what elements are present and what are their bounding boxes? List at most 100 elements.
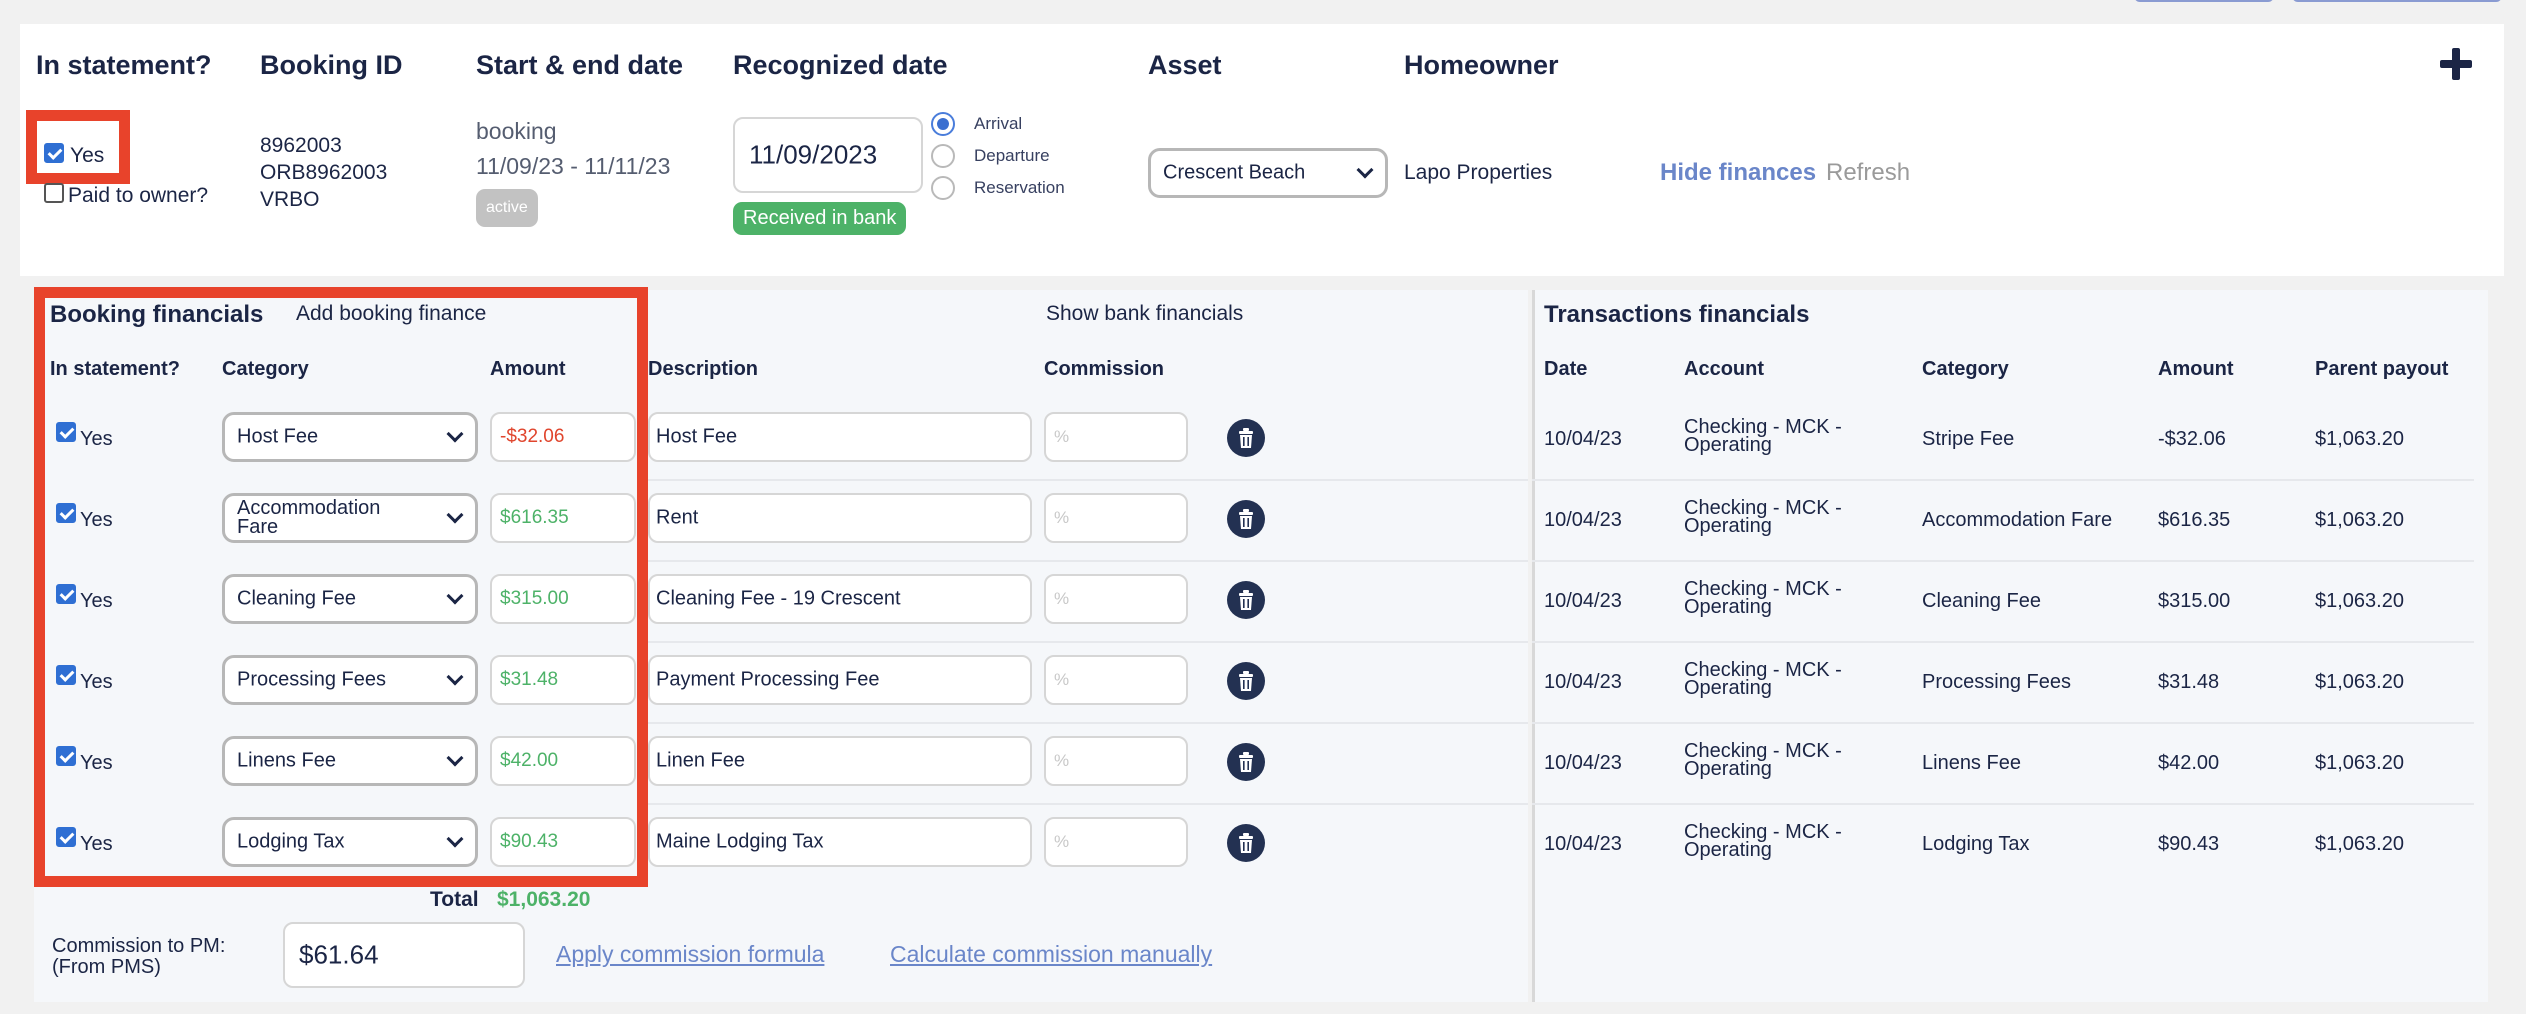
col-amount: Amount — [490, 358, 566, 380]
row-amount-input[interactable]: $90.43 — [490, 817, 636, 867]
tx-category: Lodging Tax — [1922, 833, 2030, 855]
header-dates: Start & end date — [476, 50, 684, 80]
trash-icon[interactable] — [1227, 743, 1265, 781]
row-in-statement-checkbox[interactable] — [56, 422, 76, 442]
row-commission-placeholder: % — [1054, 508, 1070, 527]
row-in-statement-checkbox[interactable] — [56, 503, 76, 523]
row-amount-value: -$32.06 — [500, 426, 565, 447]
row-category-select[interactable]: Lodging Tax — [222, 817, 478, 867]
status-badge: active — [476, 189, 538, 227]
row-commission-input[interactable]: % — [1044, 574, 1188, 624]
row-commission-input[interactable]: % — [1044, 493, 1188, 543]
plus-icon[interactable] — [2440, 48, 2472, 80]
apply-commission-formula-link[interactable]: Apply commission formula — [556, 941, 824, 968]
tx-col-category: Category — [1922, 358, 2009, 380]
hide-finances-link[interactable]: Hide finances — [1660, 159, 1816, 187]
row-divider — [1532, 722, 2474, 724]
row-description-input[interactable]: Cleaning Fee - 19 Crescent — [648, 574, 1032, 624]
commission-label-2: (From PMS) — [52, 956, 161, 978]
tx-category: Processing Fees — [1922, 671, 2071, 693]
booking-channel: VRBO — [260, 188, 320, 211]
row-description-input[interactable]: Payment Processing Fee — [648, 655, 1032, 705]
tx-col-amount: Amount — [2158, 358, 2234, 380]
row-amount-value: $31.48 — [500, 669, 559, 690]
tx-date: 10/04/23 — [1544, 752, 1622, 774]
tx-amount: $616.35 — [2158, 509, 2231, 531]
chevron-down-icon — [446, 830, 464, 848]
row-divider — [1532, 560, 2474, 562]
tx-parent-payout: $1,063.20 — [2315, 752, 2404, 774]
tx-date: 10/04/23 — [1544, 833, 1622, 855]
received-in-bank-badge: Received in bank — [733, 202, 907, 235]
row-in-statement-checkbox[interactable] — [56, 827, 76, 847]
tx-col-parent-payout: Parent payout — [2315, 358, 2449, 380]
row-category-select[interactable]: Host Fee — [222, 412, 478, 462]
tx-account-line2: Operating — [1684, 596, 1772, 618]
tx-amount: $42.00 — [2158, 752, 2220, 774]
row-amount-input[interactable]: $315.00 — [490, 574, 636, 624]
refresh-link[interactable]: Refresh — [1826, 159, 1910, 187]
in-statement-checkbox[interactable] — [44, 143, 64, 163]
chevron-down-icon — [1356, 161, 1374, 179]
top-button-1[interactable] — [2134, 0, 2274, 2]
row-category-select[interactable]: Cleaning Fee — [222, 574, 478, 624]
row-commission-input[interactable]: % — [1044, 655, 1188, 705]
tx-col-date: Date — [1544, 358, 1588, 380]
asset-select[interactable]: Crescent Beach — [1148, 148, 1388, 198]
row-amount-input[interactable]: -$32.06 — [490, 412, 636, 462]
row-commission-placeholder: % — [1054, 670, 1070, 689]
tx-amount: $315.00 — [2158, 590, 2231, 612]
trash-icon[interactable] — [1227, 419, 1265, 457]
tx-amount: -$32.06 — [2158, 428, 2226, 450]
row-category-value: Processing Fees — [237, 668, 386, 691]
row-commission-input[interactable]: % — [1044, 817, 1188, 867]
date-type: booking — [476, 118, 557, 144]
trash-icon[interactable] — [1227, 824, 1265, 862]
row-category-select[interactable]: Linens Fee — [222, 736, 478, 786]
tx-parent-payout: $1,063.20 — [2315, 428, 2404, 450]
row-category-select[interactable]: Accommodation Fare — [222, 493, 478, 543]
row-amount-value: $616.35 — [500, 507, 569, 528]
calculate-commission-manually-link[interactable]: Calculate commission manually — [890, 941, 1212, 968]
trash-icon[interactable] — [1227, 581, 1265, 619]
row-yes-label: Yes — [80, 671, 113, 693]
chevron-down-icon — [446, 587, 464, 605]
radio-arrival[interactable] — [931, 112, 955, 136]
row-description-input[interactable]: Linen Fee — [648, 736, 1032, 786]
add-booking-finance-link[interactable]: Add booking finance — [296, 302, 486, 326]
row-divider — [648, 641, 1528, 643]
row-description-input[interactable]: Host Fee — [648, 412, 1032, 462]
radio-departure[interactable] — [931, 144, 955, 168]
row-commission-placeholder: % — [1054, 589, 1070, 608]
tx-category: Cleaning Fee — [1922, 590, 2041, 612]
row-description-input[interactable]: Maine Lodging Tax — [648, 817, 1032, 867]
row-commission-input[interactable]: % — [1044, 736, 1188, 786]
commission-to-pm-input[interactable]: $61.64 — [283, 922, 525, 988]
row-amount-input[interactable]: $616.35 — [490, 493, 636, 543]
header-booking-id: Booking ID — [260, 50, 403, 80]
row-amount-input[interactable]: $31.48 — [490, 655, 636, 705]
radio-reservation[interactable] — [931, 176, 955, 200]
row-in-statement-checkbox[interactable] — [56, 665, 76, 685]
show-bank-financials-link[interactable]: Show bank financials — [1046, 302, 1243, 326]
recognized-date-input[interactable]: 11/09/2023 — [733, 117, 923, 193]
paid-to-owner-label: Paid to owner? — [68, 184, 209, 207]
row-commission-input[interactable]: % — [1044, 412, 1188, 462]
paid-to-owner-checkbox[interactable] — [44, 183, 64, 203]
tx-account-line2: Operating — [1684, 677, 1772, 699]
row-description-input[interactable]: Rent — [648, 493, 1032, 543]
row-amount-input[interactable]: $42.00 — [490, 736, 636, 786]
row-yes-label: Yes — [80, 752, 113, 774]
row-description-value: Host Fee — [656, 425, 738, 448]
trash-icon[interactable] — [1227, 500, 1265, 538]
row-category-select[interactable]: Processing Fees — [222, 655, 478, 705]
total-value: $1,063.20 — [497, 888, 591, 911]
top-button-2[interactable] — [2292, 0, 2502, 2]
chevron-down-icon — [446, 425, 464, 443]
row-in-statement-checkbox[interactable] — [56, 746, 76, 766]
row-description-value: Rent — [656, 506, 699, 529]
row-in-statement-checkbox[interactable] — [56, 584, 76, 604]
trash-icon[interactable] — [1227, 662, 1265, 700]
homeowner-name: Lapo Properties — [1404, 161, 1553, 184]
row-description-value: Payment Processing Fee — [656, 668, 880, 691]
